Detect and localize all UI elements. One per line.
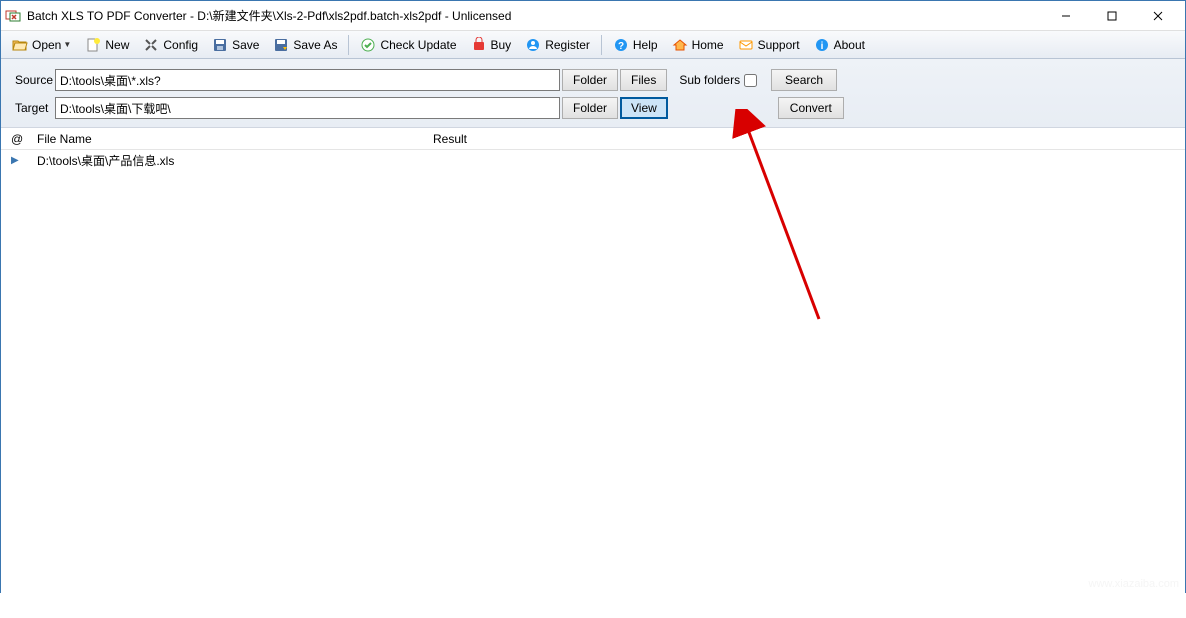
search-button[interactable]: Search bbox=[771, 69, 837, 91]
support-icon bbox=[738, 37, 754, 53]
buy-icon bbox=[471, 37, 487, 53]
list-item[interactable]: ▶ D:\tools\桌面\产品信息.xls bbox=[1, 150, 1185, 170]
save-button[interactable]: Save bbox=[205, 34, 266, 56]
target-folder-button[interactable]: Folder bbox=[562, 97, 618, 119]
check-icon bbox=[360, 37, 376, 53]
support-button[interactable]: Support bbox=[731, 34, 807, 56]
home-button[interactable]: Home bbox=[665, 34, 731, 56]
col-filename[interactable]: File Name bbox=[37, 132, 433, 146]
target-label: Target bbox=[15, 101, 55, 115]
help-button[interactable]: ? Help bbox=[606, 34, 665, 56]
row-filename: D:\tools\桌面\产品信息.xls bbox=[37, 152, 433, 169]
toolbar-separator bbox=[601, 35, 602, 55]
new-button[interactable]: New bbox=[78, 34, 136, 56]
app-icon bbox=[5, 8, 21, 24]
open-button[interactable]: Open ▼ bbox=[5, 34, 78, 56]
open-icon bbox=[12, 37, 28, 53]
register-icon bbox=[525, 37, 541, 53]
view-button[interactable]: View bbox=[620, 97, 668, 119]
config-icon bbox=[143, 37, 159, 53]
register-button[interactable]: Register bbox=[518, 34, 597, 56]
files-button[interactable]: Files bbox=[620, 69, 667, 91]
col-result[interactable]: Result bbox=[433, 132, 1185, 146]
convert-button[interactable]: Convert bbox=[778, 97, 844, 119]
saveas-icon bbox=[273, 37, 289, 53]
svg-text:i: i bbox=[820, 41, 823, 52]
source-label: Source bbox=[15, 73, 55, 87]
check-update-button[interactable]: Check Update bbox=[353, 34, 463, 56]
about-icon: i bbox=[814, 37, 830, 53]
svg-text:?: ? bbox=[618, 41, 624, 52]
help-icon: ? bbox=[613, 37, 629, 53]
buy-button[interactable]: Buy bbox=[464, 34, 519, 56]
col-at[interactable]: @ bbox=[11, 132, 37, 146]
toolbar-separator bbox=[348, 35, 349, 55]
config-button[interactable]: Config bbox=[136, 34, 205, 56]
source-input[interactable] bbox=[55, 69, 560, 91]
save-icon bbox=[212, 37, 228, 53]
subfolders-checkbox[interactable] bbox=[744, 74, 757, 87]
chevron-down-icon: ▼ bbox=[63, 40, 71, 49]
saveas-button[interactable]: Save As bbox=[266, 34, 344, 56]
list-header: @ File Name Result bbox=[1, 128, 1185, 150]
title-bar: Batch XLS TO PDF Converter - D:\新建文件夹\Xl… bbox=[1, 1, 1185, 31]
new-icon bbox=[85, 37, 101, 53]
target-input[interactable] bbox=[55, 97, 560, 119]
play-icon: ▶ bbox=[11, 155, 37, 166]
subfolders-label: Sub folders bbox=[679, 73, 740, 87]
form-panel: Source Folder Files Sub folders Search T… bbox=[1, 59, 1185, 128]
source-folder-button[interactable]: Folder bbox=[562, 69, 618, 91]
watermark: www.xiazaiba.com bbox=[1089, 578, 1179, 590]
about-button[interactable]: i About bbox=[807, 34, 872, 56]
main-toolbar: Open ▼ New Config Save Save As Check Upd… bbox=[1, 31, 1185, 59]
maximize-button[interactable] bbox=[1089, 2, 1135, 30]
home-icon bbox=[672, 37, 688, 53]
window-title: Batch XLS TO PDF Converter - D:\新建文件夹\Xl… bbox=[27, 7, 1043, 24]
close-button[interactable] bbox=[1135, 2, 1181, 30]
minimize-button[interactable] bbox=[1043, 2, 1089, 30]
file-list[interactable]: ▶ D:\tools\桌面\产品信息.xls bbox=[1, 150, 1185, 618]
